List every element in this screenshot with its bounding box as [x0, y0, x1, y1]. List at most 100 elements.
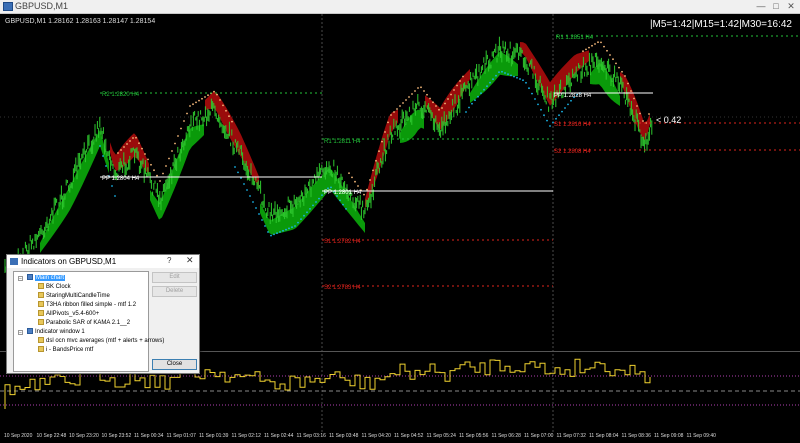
edit-button[interactable]: Edit	[152, 272, 197, 283]
sar-dot	[321, 194, 323, 197]
indicators-dialog: Indicators on GBPUSD,M1 ? ✕ − Main chart…	[6, 254, 200, 374]
sar-dot	[171, 150, 173, 152]
sar-dot	[420, 86, 422, 89]
sar-dot	[387, 121, 389, 124]
sar-dot	[291, 226, 293, 229]
sar-dot	[132, 137, 134, 139]
sar-dot	[525, 81, 527, 84]
sar-dot	[393, 111, 395, 113]
price-chart[interactable]: GBPUSD,M1 1.28162 1.28163 1.28147 1.2815…	[0, 14, 800, 443]
sar-dot	[261, 219, 263, 221]
sar-dot	[111, 185, 113, 187]
tree-item-indicator[interactable]: BK Clock	[38, 283, 71, 291]
sar-dot	[165, 165, 167, 167]
sar-dot	[510, 74, 512, 77]
sar-dot	[444, 102, 446, 105]
sar-dot	[615, 62, 617, 65]
sar-dot	[105, 165, 107, 167]
sar-dot	[498, 71, 500, 74]
sar-dot	[474, 99, 476, 102]
time-axis-label: 11 Sep 02:12	[231, 433, 261, 439]
tree-item-indicator-window[interactable]: Indicator window 1	[27, 328, 85, 336]
sar-dot	[348, 172, 350, 175]
tree-item-indicator[interactable]: AllPivots_v5.4-600+	[38, 310, 99, 318]
time-axis-label: 11 Sep 06:28	[491, 433, 521, 439]
tree-item-label: BK Clock	[46, 284, 71, 290]
tree-item-indicator[interactable]: T3HA ribbon filled simple - mtf 1.2	[38, 301, 136, 309]
t3ha-ribbon	[40, 42, 650, 253]
sar-dot	[351, 176, 353, 179]
maximize-icon[interactable]: □	[769, 1, 783, 12]
sar-dot	[234, 166, 236, 168]
dialog-titlebar[interactable]: Indicators on GBPUSD,M1 ? ✕	[7, 255, 199, 268]
sar-dot	[147, 158, 149, 161]
sar-dot	[513, 75, 515, 78]
sar-dot	[453, 89, 455, 91]
sar-dot	[231, 120, 233, 123]
sar-dot	[309, 208, 311, 210]
ribbon-segment	[470, 51, 518, 103]
sar-dot	[540, 108, 542, 111]
sar-dot	[447, 98, 449, 100]
pivot-label: S2 1.2808 H4	[554, 149, 591, 155]
tree-item-main-chart[interactable]: Main chart	[27, 274, 66, 282]
tree-item-indicator[interactable]: dsl ocn mvc averages (mtf + alerts + arr…	[38, 337, 164, 345]
sar-dot	[612, 58, 614, 61]
sar-dot	[204, 96, 206, 98]
sar-dot	[183, 120, 185, 122]
tree-item-indicator[interactable]: Parabolic SAR of KAMA 2.1__2	[38, 319, 130, 327]
sar-dot	[135, 136, 137, 139]
indicator-icon	[38, 292, 44, 298]
pivot-label: S1 1.2782 H4	[324, 239, 361, 245]
sar-dot	[114, 195, 116, 197]
sar-dot	[363, 193, 365, 196]
indicator-icon	[38, 310, 44, 316]
minimize-icon[interactable]: —	[754, 1, 768, 12]
close-button[interactable]: Close	[152, 359, 197, 370]
sar-dot	[189, 105, 191, 107]
sar-dot	[276, 232, 278, 235]
sar-dot	[414, 90, 416, 92]
sar-dot	[177, 135, 179, 137]
sar-dot	[213, 90, 215, 93]
sar-dot	[390, 114, 392, 116]
sar-dot	[582, 50, 584, 53]
collapse-indicator-window-icon[interactable]: −	[18, 330, 23, 336]
sar-dot	[417, 87, 419, 89]
indicator-tree[interactable]: − Main chart BK Clock StaringMultiCandle…	[13, 271, 164, 372]
sar-dot	[489, 81, 491, 84]
time-axis-label: 11 Sep 03:48	[329, 433, 359, 439]
sar-dot	[627, 82, 629, 85]
sar-dot	[549, 125, 551, 127]
delete-button[interactable]: Delete	[152, 286, 197, 297]
help-icon[interactable]: ?	[167, 256, 171, 265]
pivot-lines	[100, 35, 800, 287]
window-title: GBPUSD,M1	[15, 1, 69, 11]
sar-dot	[534, 98, 536, 100]
sar-dot	[297, 221, 299, 224]
sar-dot	[258, 213, 260, 215]
close-window-icon[interactable]: ✕	[784, 1, 798, 12]
sar-dot	[141, 147, 143, 150]
tree-item-label: StaringMultiCandleTime	[46, 293, 110, 299]
sar-dot	[219, 99, 221, 101]
sar-dot	[528, 87, 530, 90]
sar-dot	[249, 195, 251, 197]
sar-dot	[201, 97, 203, 100]
pivot-label: S2 1.2783 H4	[324, 285, 361, 291]
sar-dot	[411, 93, 413, 95]
sar-dot	[609, 54, 611, 56]
sar-dot	[384, 131, 386, 133]
collapse-main-chart-icon[interactable]: −	[18, 276, 23, 282]
tree-item-label: Parabolic SAR of KAMA 2.1__2	[46, 320, 131, 326]
sar-dot	[255, 207, 257, 209]
pivot-label: PP 1.2801 H4	[324, 190, 362, 196]
tree-item-indicator[interactable]: StaringMultiCandleTime	[38, 292, 110, 300]
sar-dot	[594, 43, 596, 45]
tree-item-indicator[interactable]: i - BandsPrice mtf	[38, 346, 93, 354]
indicator-icon	[38, 301, 44, 307]
sar-dot	[120, 149, 122, 151]
sar-dot	[345, 208, 347, 210]
indicator-icon	[38, 337, 44, 343]
close-dialog-icon[interactable]: ✕	[186, 255, 194, 266]
